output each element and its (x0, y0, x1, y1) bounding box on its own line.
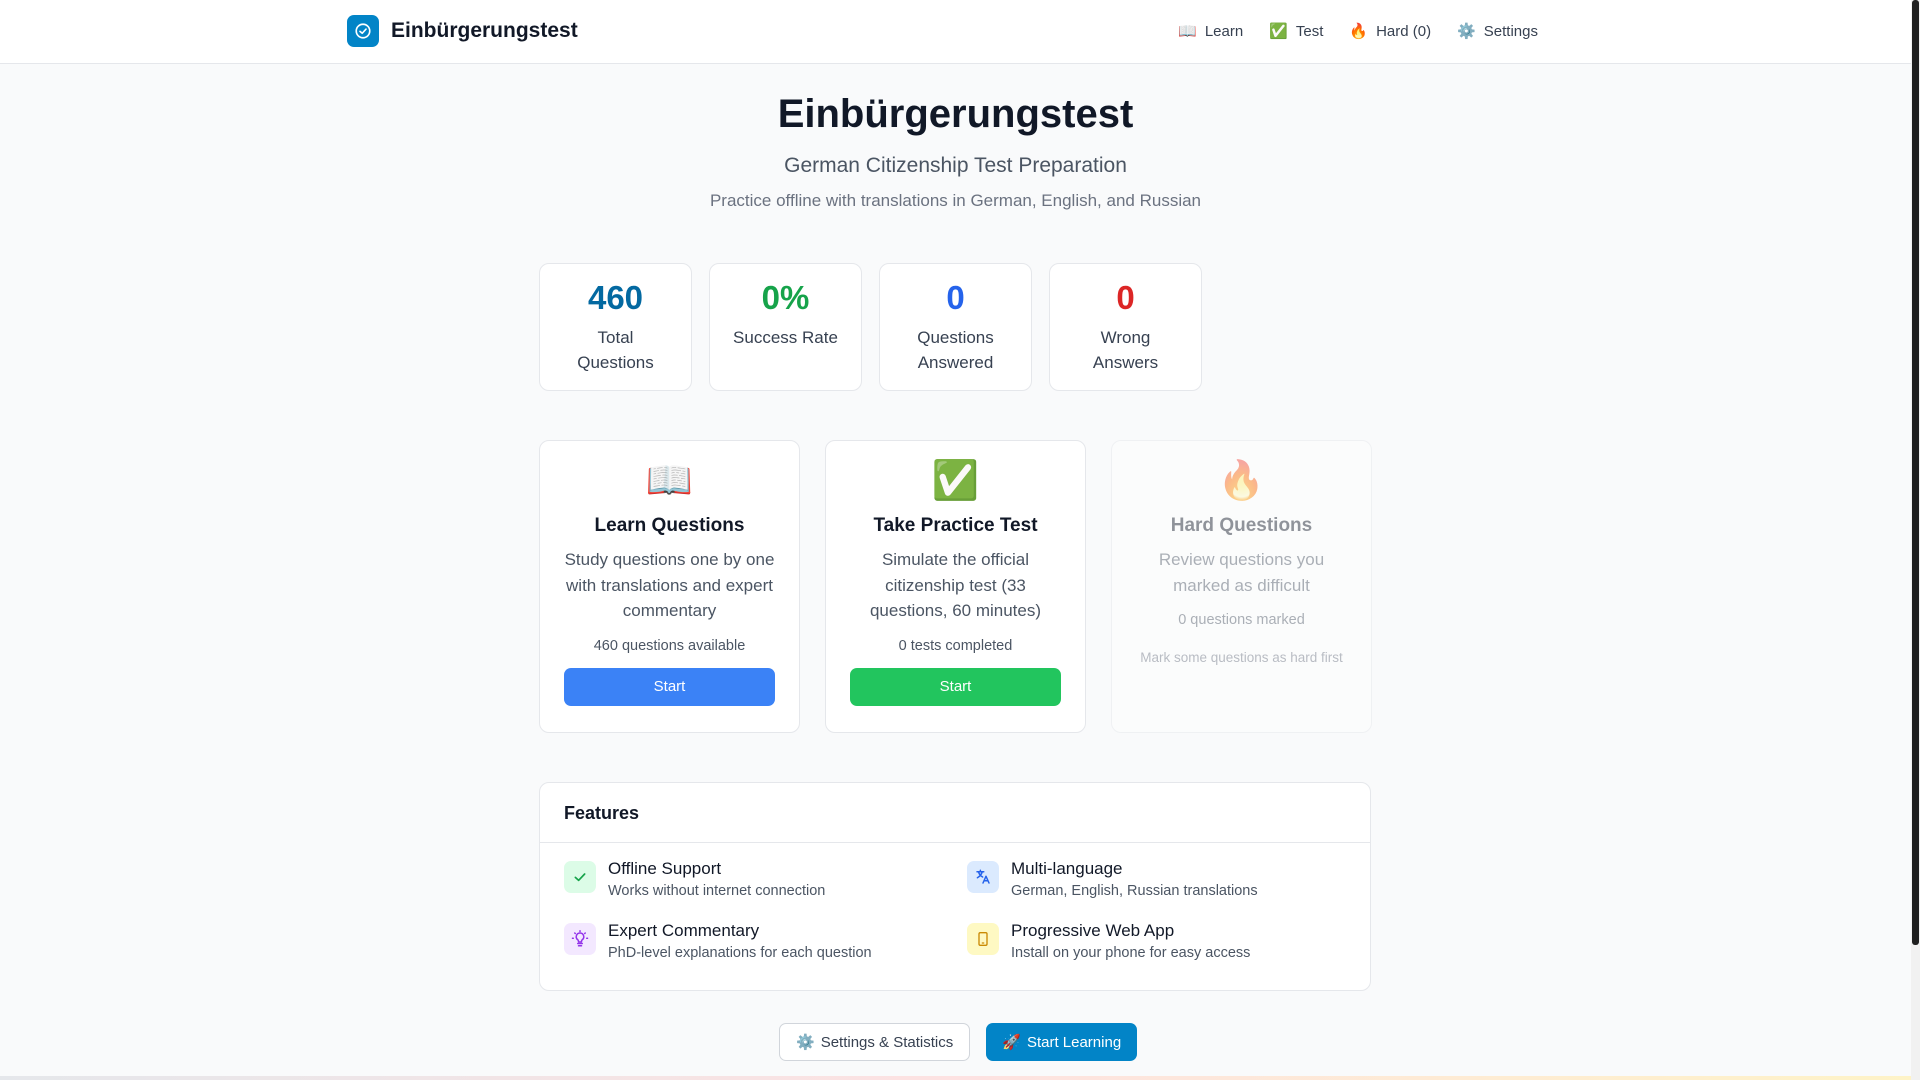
action-cards: 📖 Learn Questions Study questions one by… (539, 440, 1372, 733)
learn-card: 📖 Learn Questions Study questions one by… (539, 440, 800, 733)
feature-offline: Offline Support Works without internet c… (564, 859, 967, 899)
check-icon (564, 861, 596, 893)
stat-value: 0% (761, 279, 810, 316)
nav-settings-label: Settings (1483, 22, 1538, 40)
bottom-actions: ⚙️ Settings & Statistics 🚀 Start Learnin… (779, 1023, 1138, 1061)
nav-hard[interactable]: 🔥 Hard (0) (1336, 20, 1444, 42)
settings-statistics-button[interactable]: ⚙️ Settings & Statistics (779, 1023, 971, 1061)
checkmark-icon: ✅ (1269, 23, 1288, 40)
hard-card-description: Review questions you marked as difficult (1158, 550, 1325, 595)
page-subtitle: German Citizenship Test Preparation (784, 154, 1127, 177)
lightbulb-icon (564, 923, 596, 955)
nav-learn-label: Learn (1204, 22, 1244, 40)
feature-title: Progressive Web App (1011, 921, 1175, 940)
nav-test[interactable]: ✅ Test (1256, 20, 1336, 42)
feature-description: Install on your phone for easy access (1011, 945, 1251, 961)
feature-description: German, English, Russian translations (1011, 883, 1258, 899)
feature-title: Offline Support (608, 859, 722, 878)
settings-statistics-label: Settings & Statistics (820, 1033, 954, 1051)
page-title: Einbürgerungstest (777, 92, 1134, 136)
check-circle-icon (347, 15, 379, 47)
page-tagline: Practice offline with translations in Ge… (709, 191, 1202, 210)
book-icon: 📖 (1178, 23, 1197, 40)
gear-icon: ⚙️ (796, 1034, 815, 1051)
features-heading: Features (540, 783, 1370, 843)
stat-value: 460 (587, 279, 644, 316)
feature-pwa: Progressive Web App Install on your phon… (967, 921, 1370, 961)
bottom-divider (0, 1076, 1911, 1080)
page: Einbürgerungstest 📖 Learn ✅ Test 🔥 Hard … (0, 0, 1920, 1080)
hard-card: 🔥 Hard Questions Review questions you ma… (1111, 440, 1372, 733)
brand[interactable]: Einbürgerungstest (347, 15, 578, 47)
checkmark-icon: ✅ (931, 460, 980, 502)
test-start-button[interactable]: Start (850, 667, 1061, 706)
nav-hard-label: Hard (0) (1376, 22, 1432, 40)
nav-settings[interactable]: ⚙️ Settings (1444, 20, 1551, 42)
top-header: Einbürgerungstest 📖 Learn ✅ Test 🔥 Hard … (0, 0, 1911, 64)
feature-multilanguage: Multi-language German, English, Russian … (967, 859, 1370, 899)
book-icon: 📖 (645, 460, 694, 502)
rocket-icon: 🚀 (1002, 1034, 1021, 1051)
stat-questions-answered: 0 Questions Answered (879, 263, 1032, 391)
start-learning-button[interactable]: 🚀 Start Learning (986, 1023, 1138, 1061)
start-learning-label: Start Learning (1026, 1033, 1122, 1051)
learn-card-meta: 460 questions available (593, 637, 746, 654)
learn-card-title: Learn Questions (594, 515, 745, 536)
test-card-meta: 0 tests completed (898, 637, 1013, 654)
feature-title: Multi-language (1011, 859, 1123, 878)
stat-label: Wrong Answers (1092, 328, 1159, 372)
stat-value: 0 (1116, 279, 1135, 316)
stat-label: Total Questions (577, 328, 654, 372)
stat-success-rate: 0% Success Rate (709, 263, 862, 391)
main-nav: 📖 Learn ✅ Test 🔥 Hard (0) ⚙️ Settings (1165, 20, 1551, 42)
stat-wrong-answers: 0 Wrong Answers (1049, 263, 1202, 391)
stats-row: 460 Total Questions 0% Success Rate 0 Qu… (539, 263, 1202, 391)
fire-icon: 🔥 (1217, 460, 1266, 502)
scrollbar-thumb[interactable] (1912, 0, 1919, 945)
test-card: ✅ Take Practice Test Simulate the offici… (825, 440, 1086, 733)
feature-description: PhD-level explanations for each question (608, 945, 872, 961)
learn-card-description: Study questions one by one with translat… (564, 550, 775, 620)
feature-description: Works without internet connection (608, 883, 826, 899)
hard-card-hint: Mark some questions as hard first (1140, 650, 1343, 665)
feature-expert-commentary: Expert Commentary PhD-level explanations… (564, 921, 967, 961)
learn-start-button[interactable]: Start (564, 667, 775, 706)
phone-icon (967, 923, 999, 955)
nav-test-label: Test (1295, 22, 1324, 40)
stat-label: Questions Answered (917, 328, 994, 372)
gear-icon: ⚙️ (1457, 23, 1476, 40)
nav-learn[interactable]: 📖 Learn (1165, 20, 1256, 42)
test-card-title: Take Practice Test (873, 515, 1038, 536)
hard-card-meta: 0 questions marked (1178, 612, 1305, 628)
fire-icon: 🔥 (1349, 23, 1369, 40)
stat-value: 0 (946, 279, 965, 316)
scrollbar[interactable] (1911, 0, 1920, 1080)
stat-label: Success Rate (733, 328, 838, 348)
brand-name: Einbürgerungstest (391, 19, 578, 42)
features-grid: Offline Support Works without internet c… (540, 843, 1370, 961)
features-panel: Features Offline Support Works without i… (539, 782, 1371, 991)
translate-icon (967, 861, 999, 893)
stat-total-questions: 460 Total Questions (539, 263, 692, 391)
feature-title: Expert Commentary (608, 921, 760, 940)
hard-card-title: Hard Questions (1170, 515, 1313, 536)
test-card-description: Simulate the official citizenship test (… (869, 550, 1042, 620)
